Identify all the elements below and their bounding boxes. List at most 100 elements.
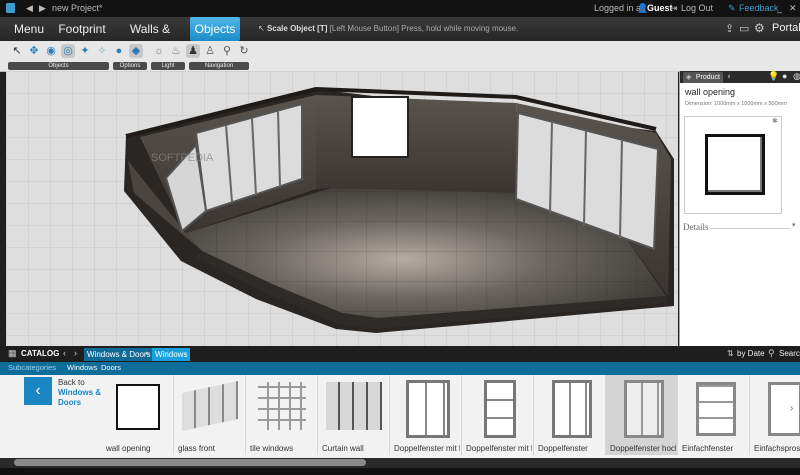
item-label: Einfachfenster	[682, 444, 734, 453]
item-label: glass front	[178, 444, 215, 453]
tab-walls-floors[interactable]: Walls & Floors	[112, 17, 188, 60]
light-bulb-icon[interactable]: 💡	[768, 71, 779, 82]
sort-by-date[interactable]: by Date	[737, 349, 765, 358]
item-thumbnail	[116, 384, 160, 430]
product-preview: ✱	[684, 116, 782, 214]
project-title: new Project*	[52, 3, 103, 13]
catalog-item-doppelfenster-hoch[interactable]: Doppelfenster hoch	[606, 375, 678, 455]
back-line-3: Doors	[58, 398, 82, 407]
sun-light-icon[interactable]: ☼	[152, 44, 166, 58]
move-icon[interactable]: ✥	[27, 44, 41, 58]
catalog-item-doppelfenster-3[interactable]: Doppelfenster	[534, 375, 606, 455]
catalog-item-doppelfenster-2[interactable]: Doppelfenster mit De	[462, 375, 534, 455]
title-bar: ◀ ▶ new Project* Logged in as 👤 Guest ⇥ …	[0, 0, 800, 17]
catalog-item-wall-opening[interactable]: wall opening	[102, 375, 174, 455]
scroll-right-icon[interactable]: ›	[790, 403, 793, 414]
catalog-bar: ▦ CATALOG ‹ › Windows & Doors ▸ Windows …	[0, 347, 800, 362]
catalog-forward-icon[interactable]: ›	[74, 348, 77, 358]
room-render: SOFTPEDIA	[6, 71, 678, 346]
tab-label: Menu	[13, 22, 45, 36]
details-heading[interactable]: Details	[683, 222, 709, 232]
feedback-link[interactable]: Feedback	[739, 3, 779, 13]
tool-hint: ↖ Scale Object [T] [Left Mouse Button] P…	[258, 17, 518, 41]
select-icon[interactable]: ↖	[10, 44, 24, 58]
scale-object-icon[interactable]: ◎	[61, 44, 75, 58]
back-to-label[interactable]: Back to Windows & Doors	[58, 378, 101, 408]
subcategory-doors[interactable]: Doors	[101, 363, 121, 372]
tab-footprint[interactable]: Footprint	[56, 17, 108, 41]
star-icon[interactable]: ✱	[772, 117, 778, 125]
3d-viewport[interactable]: SOFTPEDIA	[6, 71, 678, 346]
user-name: Guest	[647, 3, 673, 13]
breadcrumb-windows-doors[interactable]: Windows & Doors	[84, 348, 154, 361]
app-icon	[6, 3, 15, 13]
catalog-item-doppelfenster-1[interactable]: Doppelfenster mit De	[390, 375, 462, 455]
logout-icon[interactable]: ⇥	[670, 3, 678, 14]
catalog-item-tile-windows[interactable]: tile windows	[246, 375, 318, 455]
breadcrumb-windows[interactable]: Windows	[152, 348, 191, 361]
mirror-icon[interactable]: ✧	[95, 44, 109, 58]
sphere-icon[interactable]: ●	[782, 71, 787, 81]
subcategory-bar: Subcategories Windows Doors	[0, 362, 800, 375]
back-button[interactable]: ‹	[24, 377, 52, 405]
forward-arrow-icon[interactable]: ▶	[39, 3, 46, 14]
catalog-item-curtain-wall[interactable]: Curtain wall	[318, 375, 390, 455]
catalog-title: CATALOG	[21, 349, 60, 358]
catalog-items: ‹ Back to Windows & Doors wall opening g…	[0, 375, 800, 465]
breadcrumb-label: Windows	[155, 350, 188, 359]
tag-icon: ◈	[686, 74, 692, 81]
group-objects: Objects	[8, 62, 109, 70]
orbit-icon[interactable]: ↻	[237, 44, 251, 58]
catalog-item-einfachsprossen[interactable]: Einfachsprossen	[750, 375, 800, 455]
scrollbar-thumb[interactable]	[14, 459, 366, 466]
wall-opening-preview	[705, 134, 765, 195]
item-thumbnail	[182, 381, 238, 431]
catalog-item-glass-front[interactable]: glass front	[174, 375, 246, 455]
logout-link[interactable]: Log Out	[681, 3, 713, 13]
person-view-icon[interactable]: ♙	[203, 44, 217, 58]
settings-icon[interactable]: ⚙	[754, 21, 765, 35]
details-expand-icon[interactable]: ▾	[792, 221, 796, 229]
catalog-item-einfachfenster[interactable]: Einfachfenster	[678, 375, 750, 455]
back-line-1: Back to	[58, 378, 85, 387]
catalog-back-icon[interactable]: ‹	[63, 348, 66, 358]
zoom-icon[interactable]: ⚲	[220, 44, 234, 58]
tab-objects[interactable]: Objects	[190, 17, 240, 41]
product-tab[interactable]: ◈ Product	[683, 72, 723, 83]
material-tab-icon[interactable]: ◐	[727, 71, 732, 81]
item-label: tile windows	[250, 444, 294, 453]
search-label[interactable]: Search	[779, 349, 800, 358]
lamp-light-icon[interactable]: ♨	[169, 44, 183, 58]
catalog-scrollbar[interactable]	[0, 458, 800, 468]
product-dimension: Dimension: 1000mm x 1000mm x 500mm	[685, 101, 787, 107]
share-icon[interactable]: ⇪	[725, 22, 734, 35]
minimize-icon[interactable]: _	[777, 3, 782, 13]
walk-icon[interactable]: ♟	[186, 44, 200, 58]
item-label: wall opening	[106, 444, 151, 453]
portal-link[interactable]: Portal	[772, 22, 800, 34]
delete-object-icon[interactable]: ●	[112, 44, 126, 58]
product-name: wall opening	[685, 87, 736, 97]
status-strip	[0, 468, 800, 475]
tab-label: Footprint	[58, 22, 106, 36]
back-arrow-icon[interactable]: ◀	[26, 3, 33, 14]
item-thumbnail	[406, 380, 450, 438]
raise-icon[interactable]: ✦	[78, 44, 92, 58]
rotate-object-icon[interactable]: ◉	[44, 44, 58, 58]
group-options: Options	[113, 62, 147, 70]
item-label: Doppelfenster mit De	[466, 444, 532, 453]
subcategory-windows[interactable]: Windows	[67, 363, 97, 372]
product-panel: ◈ Product ◐ 💡 ● ◍ wall opening Dimension…	[679, 71, 800, 346]
sort-icon[interactable]: ⇅	[727, 349, 734, 358]
info-icon[interactable]: ◍	[793, 71, 800, 82]
item-thumbnail	[258, 382, 306, 430]
search-icon[interactable]: ⚲	[768, 348, 775, 359]
feedback-icon[interactable]: ✎	[728, 3, 736, 14]
close-window-icon[interactable]: ✕	[789, 3, 797, 14]
breadcrumb-label: Windows & Doors	[87, 350, 151, 359]
toolbar: ↖ ✥ ◉ ◎ ✦ ✧ ● ◆ ☼ ♨ ♟ ♙ ⚲ ↻ Objects Opti…	[0, 41, 800, 72]
tab-label: Objects	[194, 22, 236, 36]
tab-menu[interactable]: Menu	[6, 17, 52, 41]
snap-option-icon[interactable]: ◆	[129, 44, 143, 58]
display-icon[interactable]: ▭	[739, 22, 749, 35]
